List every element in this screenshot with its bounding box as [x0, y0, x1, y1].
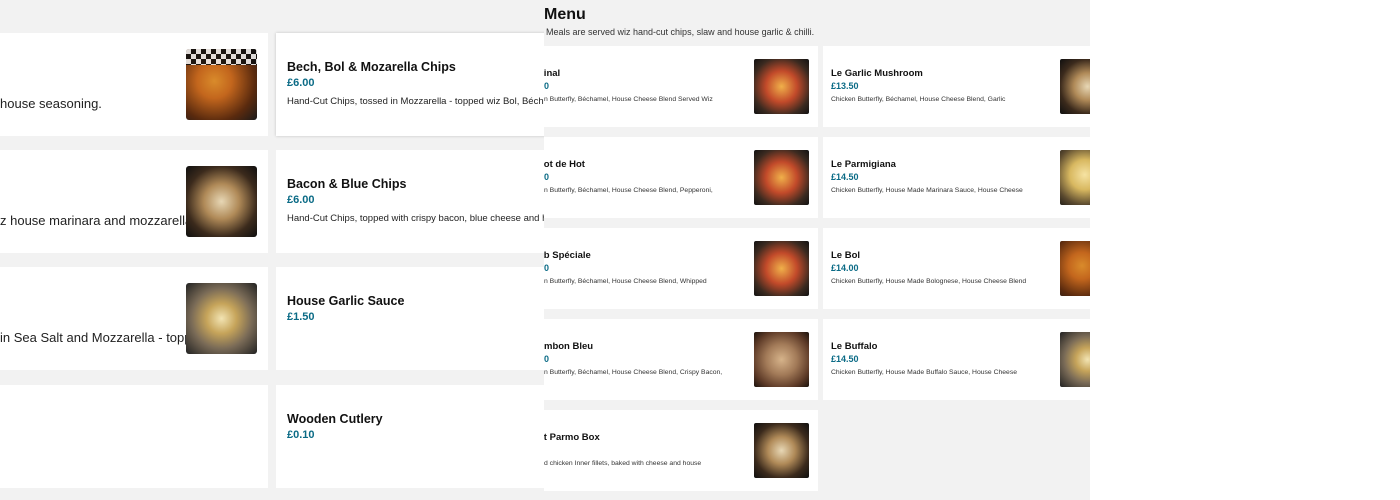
item-description: in Sea Salt and Mozzarella - topped	[0, 330, 206, 345]
menu-card[interactable]: Le Buffalo £14.50 Chicken Butterfly, Hou…	[823, 319, 1090, 400]
item-title: Bacon & Blue Chips	[287, 177, 407, 191]
menu-card[interactable]: Bech, Bol & Mozarella Chips £6.00 Hand-C…	[276, 33, 544, 136]
menu-card-partial[interactable]: z house marinara and mozzarella	[0, 150, 268, 253]
menu-card[interactable]: ub Spéciale 0 n Butterfly, Béchamel, Hou…	[544, 228, 818, 309]
food-thumbnail	[754, 241, 809, 296]
food-thumbnail	[1060, 150, 1090, 205]
menu-card[interactable]: Le Bol £14.00 Chicken Butterfly, House M…	[823, 228, 1090, 309]
item-description: Chicken Butterfly, House Made Buffalo Sa…	[831, 369, 1018, 376]
menu-card-partial[interactable]	[0, 385, 268, 488]
item-title: ub Spéciale	[544, 250, 591, 261]
item-price: £14.50	[831, 172, 859, 182]
item-price: £6.00	[287, 77, 315, 89]
food-thumbnail	[186, 283, 257, 354]
menu-card[interactable]: Bacon & Blue Chips £6.00 Hand-Cut Chips,…	[276, 150, 544, 253]
item-price: 0	[544, 354, 550, 364]
food-thumbnail	[186, 49, 257, 120]
item-price: £1.50	[287, 311, 315, 323]
item-title: Le Parmigiana	[831, 159, 896, 170]
item-description: z house marinara and mozzarella	[0, 213, 193, 228]
food-thumbnail	[186, 166, 257, 237]
item-price: £0.10	[287, 429, 315, 441]
item-title: Le Buffalo	[831, 341, 878, 352]
menu-card-partial[interactable]: in Sea Salt and Mozzarella - topped	[0, 267, 268, 370]
right-menu-panel: Menu Meals are served wiz hand-cut chips…	[544, 0, 1090, 500]
food-thumbnail	[754, 423, 809, 478]
item-description: Hand-Cut Chips, tossed in Mozzarella - t…	[287, 96, 544, 107]
food-thumbnail	[1060, 59, 1090, 114]
item-description: Chicken Butterfly, House Made Bolognese,…	[831, 278, 1027, 285]
item-description: n Butterfly, Béchamel, House Cheese Blen…	[544, 278, 707, 285]
item-title: mbon Bleu	[544, 341, 594, 352]
item-description: n Butterfly, Béchamel, House Cheese Blen…	[544, 96, 713, 103]
food-thumbnail	[754, 332, 809, 387]
blank-area	[1090, 0, 1400, 500]
menu-title: Menu	[544, 6, 586, 23]
menu-card[interactable]: ginal 0 n Butterfly, Béchamel, House Che…	[544, 46, 818, 127]
food-thumbnail	[1060, 241, 1090, 296]
menu-card[interactable]: Wooden Cutlery £0.10	[276, 385, 544, 488]
menu-subtitle: Meals are served wiz hand-cut chips, sla…	[546, 27, 815, 37]
item-price: 0	[544, 81, 550, 91]
item-description: Chicken Butterfly, House Made Marinara S…	[831, 187, 1023, 194]
item-description: Chicken Butterfly, Béchamel, House Chees…	[831, 96, 1006, 103]
item-title: House Garlic Sauce	[287, 294, 405, 308]
menu-card[interactable]: House Garlic Sauce £1.50	[276, 267, 544, 370]
left-menu-panel: house seasoning. z house marinara and mo…	[0, 0, 544, 500]
item-title: hot de Hot	[544, 159, 585, 170]
item-price: £13.50	[831, 81, 859, 91]
item-description: n Butterfly, Béchamel, House Cheese Blen…	[544, 369, 723, 376]
item-title: Le Bol	[831, 250, 861, 261]
item-title: Le Garlic Mushroom	[831, 68, 923, 79]
item-price: £14.50	[831, 354, 859, 364]
food-thumbnail	[1060, 332, 1090, 387]
menu-card[interactable]: mbon Bleu 0 n Butterfly, Béchamel, House…	[544, 319, 818, 400]
menu-card[interactable]: tit Parmo Box d chicken Inner fillets, b…	[544, 410, 818, 491]
item-price: £6.00	[287, 194, 315, 206]
item-description: n Butterfly, Béchamel, House Cheese Blen…	[544, 187, 713, 194]
menu-card[interactable]: Le Garlic Mushroom £13.50 Chicken Butter…	[823, 46, 1090, 127]
menu-card[interactable]: hot de Hot 0 n Butterfly, Béchamel, Hous…	[544, 137, 818, 218]
item-price: £14.00	[831, 263, 859, 273]
item-description: house seasoning.	[0, 96, 102, 111]
item-title: ginal	[544, 68, 561, 79]
food-thumbnail	[754, 59, 809, 114]
menu-card[interactable]: Le Parmigiana £14.50 Chicken Butterfly, …	[823, 137, 1090, 218]
item-title: tit Parmo Box	[544, 432, 600, 443]
item-title: Bech, Bol & Mozarella Chips	[287, 60, 456, 74]
item-title: Wooden Cutlery	[287, 412, 383, 426]
item-price: 0	[544, 263, 550, 273]
item-price: 0	[544, 172, 550, 182]
item-description: d chicken Inner fillets, baked with chee…	[544, 460, 702, 467]
food-thumbnail	[754, 150, 809, 205]
menu-card-partial[interactable]: house seasoning.	[0, 33, 268, 136]
item-description: Hand-Cut Chips, topped with crispy bacon…	[287, 213, 544, 224]
